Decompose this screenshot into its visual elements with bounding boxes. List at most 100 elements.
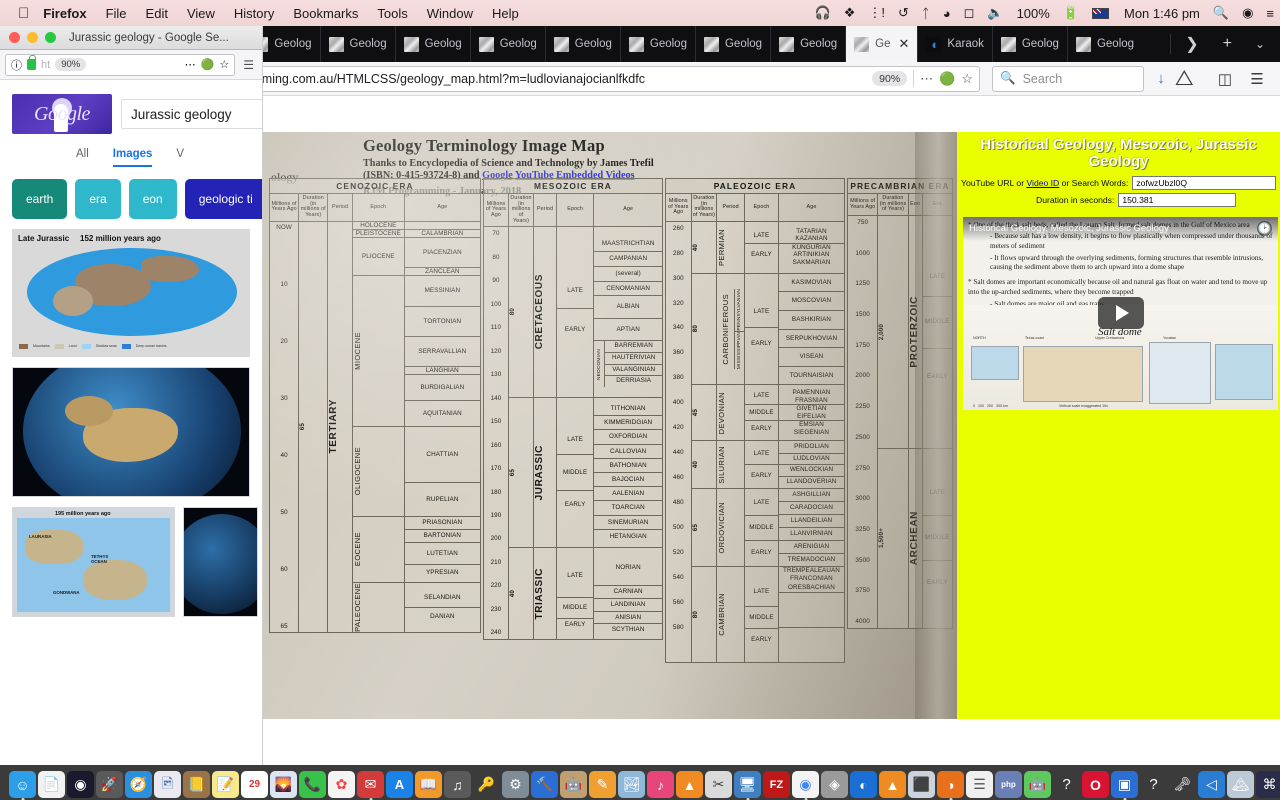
epoch-permian-group[interactable]: LATE EARLY xyxy=(743,220,779,274)
opera-icon[interactable]: O xyxy=(1082,771,1109,798)
age-chattian[interactable]: CHATTIAN xyxy=(403,425,482,484)
period-jurassic[interactable]: JURASSIC xyxy=(533,396,557,549)
image-capture-icon[interactable]: 🏞 xyxy=(618,771,645,798)
xcode-icon[interactable]: 🔨 xyxy=(531,771,558,798)
zoom-level-badge[interactable]: 90% xyxy=(55,58,87,71)
photos-app-icon[interactable]: 🏔 xyxy=(1227,771,1254,798)
age-carboniferous-group[interactable]: KASIMOVIAN MOSCOVIAN BASHKIRIAN SERPUKHO… xyxy=(777,272,846,386)
star-icon[interactable]: ☆ xyxy=(961,71,973,87)
wifi-icon[interactable]: ◕ xyxy=(943,6,951,21)
sketch-icon[interactable]: ✎ xyxy=(589,771,616,798)
apple-menu-icon[interactable]:  xyxy=(18,6,29,21)
browser-tab[interactable]: Geolog xyxy=(1066,26,1142,62)
vlc-icon[interactable]: ▲ xyxy=(879,771,906,798)
plus-icon[interactable]: + xyxy=(1211,35,1244,53)
age-tortonian[interactable]: TORTONIAN xyxy=(403,305,482,337)
sidebar-icon[interactable]: ◫ xyxy=(1210,65,1240,93)
tab-videos[interactable]: V xyxy=(176,148,184,167)
age-calambrian[interactable]: CALAMBRIAN xyxy=(403,228,482,238)
preview-icon[interactable]: 🖻 xyxy=(154,771,181,798)
pages-document-icon[interactable]: 📄 xyxy=(38,771,65,798)
bluetooth-icon[interactable]: ᛏ xyxy=(922,6,930,21)
contacts-icon[interactable]: 📒 xyxy=(183,771,210,798)
period-ordovician[interactable]: ORDOVICIAN xyxy=(716,488,745,568)
browser-tab[interactable]: Geolog xyxy=(619,26,695,62)
zoom-level-badge[interactable]: 90% xyxy=(872,71,908,86)
australia-flag-icon[interactable] xyxy=(1092,7,1109,19)
period-triassic[interactable]: TRIASSIC xyxy=(533,547,557,641)
period-cretaceous[interactable]: CRETACEOUS xyxy=(533,226,557,398)
close-icon[interactable]: ✕ xyxy=(899,36,910,52)
siri-icon[interactable]: ◉ xyxy=(1242,5,1253,21)
duration-input[interactable] xyxy=(1118,192,1237,207)
epoch-pliocene[interactable]: PLIOCENE xyxy=(351,236,405,277)
epoch-miocene[interactable]: MIOCENE xyxy=(351,275,405,427)
chip-earth[interactable]: earth xyxy=(12,179,68,219)
age-silurian-group[interactable]: PRIDOLIAN LUDLOVIAN WENLOCKIAN LLANDOVER… xyxy=(777,440,846,490)
page-info-icon[interactable]: ⓘ xyxy=(11,57,22,73)
age-aquitanian[interactable]: AQUITANIAN xyxy=(403,399,482,427)
unity-icon[interactable]: ◈ xyxy=(821,771,848,798)
menu-item-view[interactable]: View xyxy=(187,6,215,21)
browser-tab[interactable]: Geolog xyxy=(544,26,620,62)
battery-charging-icon[interactable]: 🔋 xyxy=(1063,5,1079,21)
video-id-input[interactable] xyxy=(1132,175,1276,190)
finder-icon[interactable]: ☺ xyxy=(9,771,36,798)
chevron-right-icon[interactable]: ❯ xyxy=(1173,34,1210,54)
pocket-icon[interactable]: 🟢 xyxy=(939,71,955,87)
menu-item-bookmarks[interactable]: Bookmarks xyxy=(293,6,358,21)
mesozoic-era-table[interactable]: MESOZOIC ERA Millions of Years Ago Durat… xyxy=(483,178,663,641)
youtube-player[interactable]: * One of the thick salt beds, called the… xyxy=(963,214,1278,410)
box-icon[interactable]: ⬛ xyxy=(908,771,935,798)
window-zoom-button[interactable] xyxy=(45,32,56,43)
age-paleocene-ages[interactable]: SELANDIAN DANIAN xyxy=(403,581,482,633)
vscode-icon[interactable]: ◁ xyxy=(1198,771,1225,798)
filezilla-icon[interactable]: FZ xyxy=(763,771,790,798)
paleozoic-era-table[interactable]: PALEOZOIC ERA Millions of Years Ago Dura… xyxy=(665,178,846,663)
geology-image-map[interactable]: ology Geology Terminology Image Map Than… xyxy=(263,132,957,719)
age-burdigalian[interactable]: BURDIGALIAN xyxy=(403,373,482,401)
menu-item-tools[interactable]: Tools xyxy=(377,6,407,21)
epoch-eocene[interactable]: EOCENE xyxy=(351,516,405,583)
age-serravallian[interactable]: SERRAVALLIAN xyxy=(403,335,482,367)
google-search-input[interactable]: Jurassic geology xyxy=(121,99,262,129)
age-priasonian[interactable]: PRIASONIAN BARTONIAN LUTETIAN YPRESIAN xyxy=(403,516,482,583)
screen-mirror-icon[interactable]: ◻ xyxy=(964,5,975,21)
period-permian[interactable]: PERMIAN xyxy=(716,220,745,274)
ellipsis-icon[interactable]: ⋯ xyxy=(920,71,933,87)
epoch-triassic-group[interactable]: LATE MIDDLE EARLY xyxy=(555,547,595,641)
firefox-icon[interactable]: ◑ xyxy=(937,771,964,798)
browser-tab[interactable]: Geolog xyxy=(469,26,545,62)
epoch-devonian-group[interactable]: LATE MIDDLE EARLY xyxy=(743,384,779,442)
url-bar[interactable]: ⓘ www.rjmprogramming.com.au/HTMLCSS/geol… xyxy=(142,65,980,92)
screenshot-icon[interactable]: ✂ xyxy=(705,771,732,798)
player-overlay-title[interactable]: Historical Geology, Mesozoic, Jurassic G… xyxy=(969,223,1169,234)
mail-icon[interactable]: ✉ xyxy=(357,771,384,798)
epoch-oligocene[interactable]: OLIGOCENE xyxy=(351,425,405,518)
photo-booth-icon[interactable]: 🌄 xyxy=(270,771,297,798)
period-carboniferous[interactable]: CARBONIFEROUS PENNSYLVANIAN MISSISSIPPIA… xyxy=(716,272,745,386)
clock-icon[interactable]: 🕑 xyxy=(1257,221,1272,237)
keychain-icon[interactable]: 🔑 xyxy=(473,771,500,798)
image-result-thumbnail[interactable]: 195 million years ago LAURASIA TETHYS OCE… xyxy=(12,507,175,617)
age-jurassic-group[interactable]: TITHONIAN KIMMERIDGIAN OXFORDIAN CALLOVI… xyxy=(593,396,663,549)
spotlight-search-icon[interactable]: 🔍 xyxy=(1213,5,1229,21)
browser-tab[interactable]: Geolog xyxy=(394,26,470,62)
age-triassic-group[interactable]: NORIAN CARNIAN LANDINIAN ANISIAN SCYTHIA… xyxy=(593,547,663,641)
globe-grid-icon[interactable]: ⌘ xyxy=(1256,771,1280,798)
vlc-alt-icon[interactable]: ▲ xyxy=(676,771,703,798)
keyboard-brightness-icon[interactable]: ⋮! xyxy=(868,5,885,21)
age-messinian[interactable]: MESSINIAN xyxy=(403,275,482,307)
airplay-audio-icon[interactable]: 🎧 xyxy=(815,5,831,21)
facetime-icon[interactable]: 📞 xyxy=(299,771,326,798)
time-machine-icon[interactable]: ↺ xyxy=(898,5,909,21)
menu-item-help[interactable]: Help xyxy=(492,6,519,21)
ibooks-icon[interactable]: 📖 xyxy=(415,771,442,798)
epoch-holocene[interactable]: HOLOCENE xyxy=(351,220,405,230)
window-close-button[interactable] xyxy=(9,32,20,43)
menu-item-history[interactable]: History xyxy=(234,6,274,21)
age-cretaceous-group[interactable]: MAASTRICHTIAN CAMPANIAN (several) CENOMA… xyxy=(593,226,663,398)
image-result-thumbnail[interactable]: Late Jurassic 152 million years ago Moun… xyxy=(12,229,250,357)
php-icon[interactable]: php xyxy=(995,771,1022,798)
browser-tab[interactable]: Geolog xyxy=(694,26,770,62)
